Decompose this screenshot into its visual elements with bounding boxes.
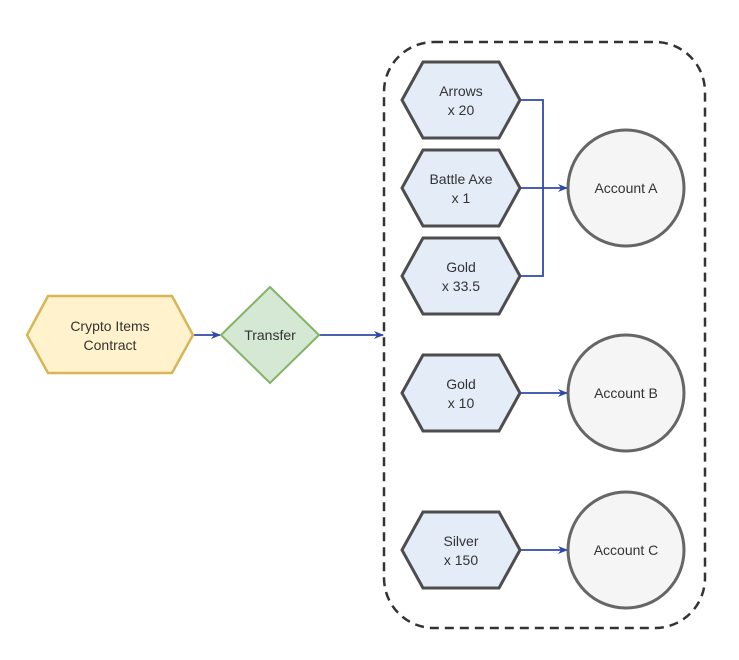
item-node[interactable]: Gold x 33.5	[400, 236, 522, 316]
connector-arrows-account-a	[520, 99, 544, 188]
item-name: Silver	[443, 533, 478, 549]
crypto-items-contract-node[interactable]: Crypto Items Contract	[25, 294, 195, 375]
item-name: Gold	[446, 259, 476, 275]
item-hexagon	[400, 353, 522, 433]
item-quantity: x 150	[444, 552, 478, 568]
item-quantity: x 10	[448, 395, 475, 411]
account-label: Account B	[594, 385, 658, 401]
item-hexagon	[400, 148, 522, 228]
contract-label-line2: Contract	[84, 337, 137, 353]
item-name: Gold	[446, 376, 476, 392]
item-name: Battle Axe	[429, 171, 492, 187]
item-hexagon	[400, 236, 522, 316]
account-node[interactable]: Account B	[566, 333, 686, 453]
item-node[interactable]: Arrows x 20	[400, 60, 522, 140]
transfer-node[interactable]: Transfer	[219, 285, 321, 385]
connector-gold-account-a	[520, 188, 544, 277]
item-node[interactable]: Silver x 150	[400, 510, 522, 590]
transfer-label: Transfer	[244, 327, 296, 343]
item-quantity: x 33.5	[442, 278, 480, 294]
item-hexagon	[400, 60, 522, 140]
account-label: Account A	[594, 180, 658, 196]
item-quantity: x 20	[448, 102, 475, 118]
account-node[interactable]: Account C	[566, 490, 686, 610]
account-label: Account C	[594, 542, 659, 558]
account-node[interactable]: Account A	[566, 128, 686, 248]
item-hexagon	[400, 510, 522, 590]
item-node[interactable]: Gold x 10	[400, 353, 522, 433]
item-name: Arrows	[439, 83, 483, 99]
item-quantity: x 1	[452, 190, 471, 206]
contract-label-line1: Crypto Items	[70, 318, 149, 334]
item-node[interactable]: Battle Axe x 1	[400, 148, 522, 228]
diagram-canvas: Crypto Items Contract Transfer Arrows x 2…	[25, 40, 707, 630]
